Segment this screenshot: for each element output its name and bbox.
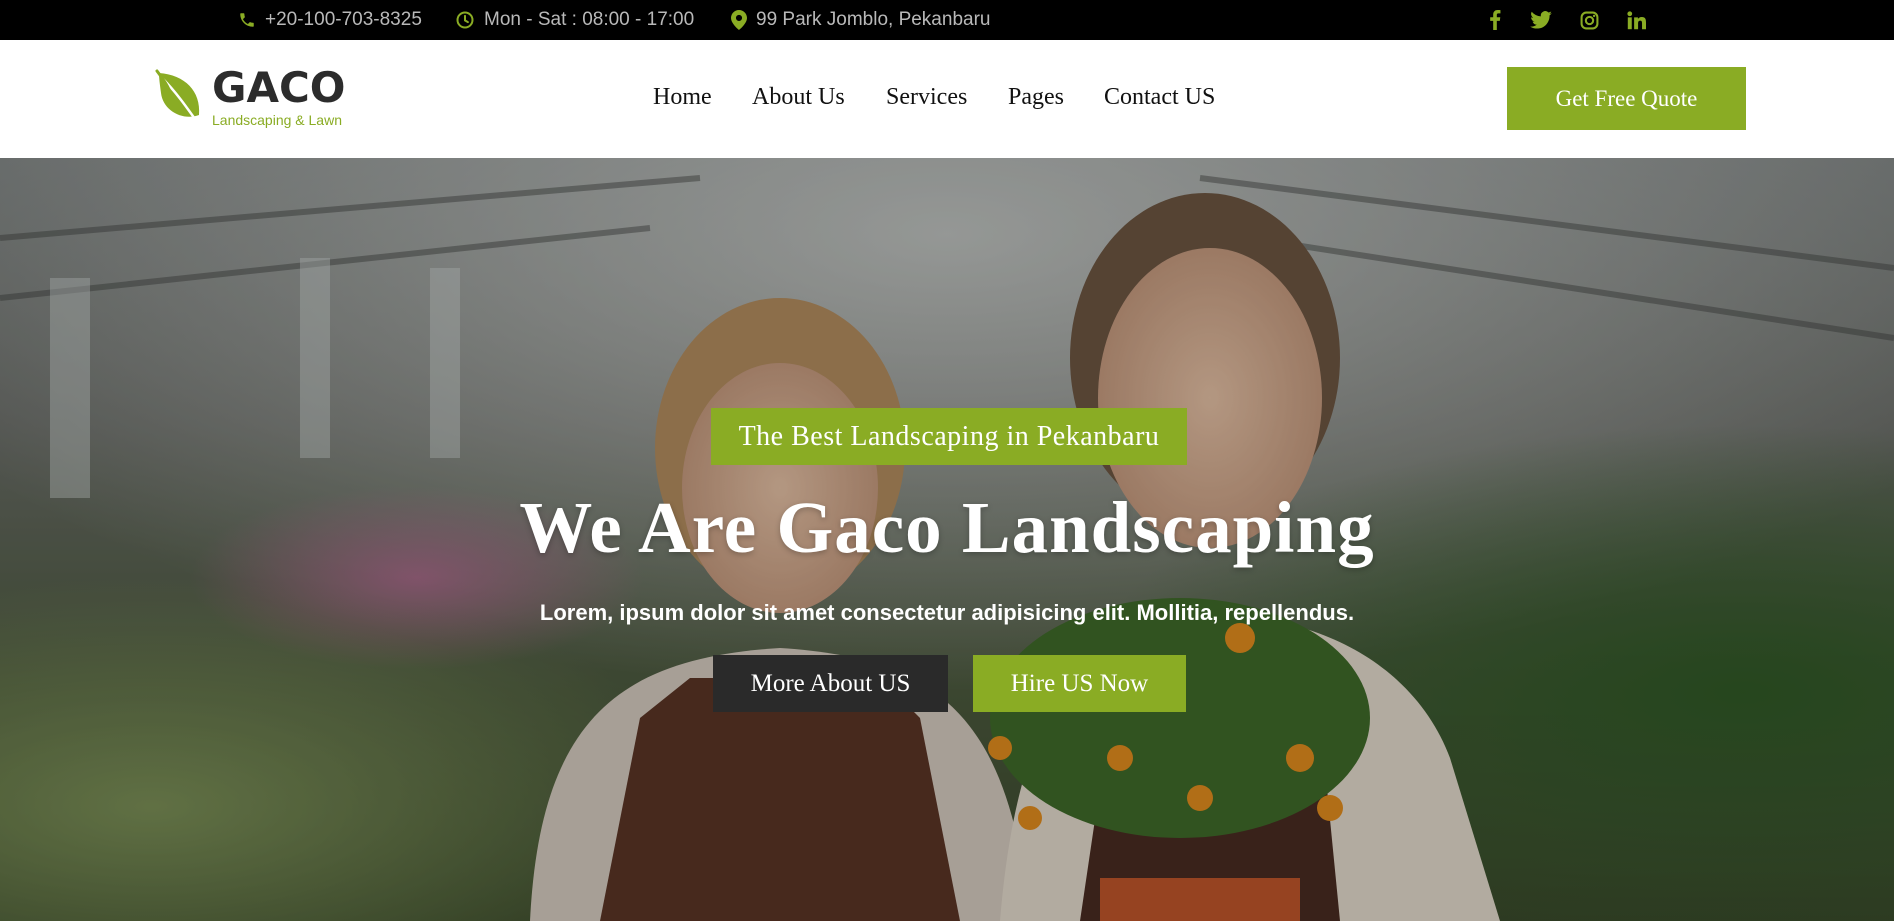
instagram-link[interactable]: [1580, 0, 1599, 40]
leaf-logo-icon: [155, 69, 200, 121]
nav-item-contact-us[interactable]: Contact US: [1104, 84, 1215, 111]
phone-info[interactable]: +20-100-703-8325: [238, 0, 422, 40]
hero-subtitle: Lorem, ipsum dolor sit amet consectetur …: [539, 600, 1355, 625]
phone-icon: [240, 13, 254, 27]
linkedin-icon: [1627, 10, 1646, 29]
map-pin-icon: [731, 10, 747, 30]
logo-tagline: Landscaping & Lawn: [212, 112, 342, 128]
facebook-link[interactable]: [1489, 0, 1501, 40]
instagram-icon: [1580, 11, 1599, 29]
get-free-quote-button[interactable]: Get Free Quote: [1507, 67, 1746, 130]
main-header: GACO Landscaping & Lawn Home About Us Se…: [0, 40, 1894, 158]
top-info-bar: +20-100-703-8325 Mon - Sat : 08:00 - 17:…: [0, 0, 1894, 40]
twitter-icon: [1530, 11, 1552, 29]
phone-text: +20-100-703-8325: [265, 9, 422, 30]
site-logo[interactable]: GACO Landscaping & Lawn: [155, 63, 346, 130]
nav-item-home[interactable]: Home: [653, 84, 712, 111]
nav-item-services[interactable]: Services: [886, 84, 967, 111]
hours-text: Mon - Sat : 08:00 - 17:00: [484, 9, 695, 30]
twitter-link[interactable]: [1530, 0, 1552, 40]
hire-us-now-button[interactable]: Hire US Now: [973, 655, 1186, 712]
nav-item-pages[interactable]: Pages: [1008, 84, 1064, 111]
more-about-us-button[interactable]: More About US: [713, 655, 948, 712]
address-text: 99 Park Jomblo, Pekanbaru: [756, 9, 991, 30]
hero-tagline-badge: The Best Landscaping in Pekanbaru: [711, 408, 1187, 465]
facebook-icon: [1490, 10, 1501, 30]
nav-item-about-us[interactable]: About Us: [752, 84, 845, 111]
linkedin-link[interactable]: [1627, 0, 1646, 40]
hero-title: We Are Gaco Landscaping: [519, 487, 1375, 568]
logo-name: GACO: [212, 63, 346, 112]
hero-section: The Best Landscaping in Pekanbaru We Are…: [0, 158, 1894, 921]
clock-icon: [456, 11, 474, 29]
address-info: 99 Park Jomblo, Pekanbaru: [731, 0, 990, 40]
hours-info: Mon - Sat : 08:00 - 17:00: [455, 0, 694, 40]
